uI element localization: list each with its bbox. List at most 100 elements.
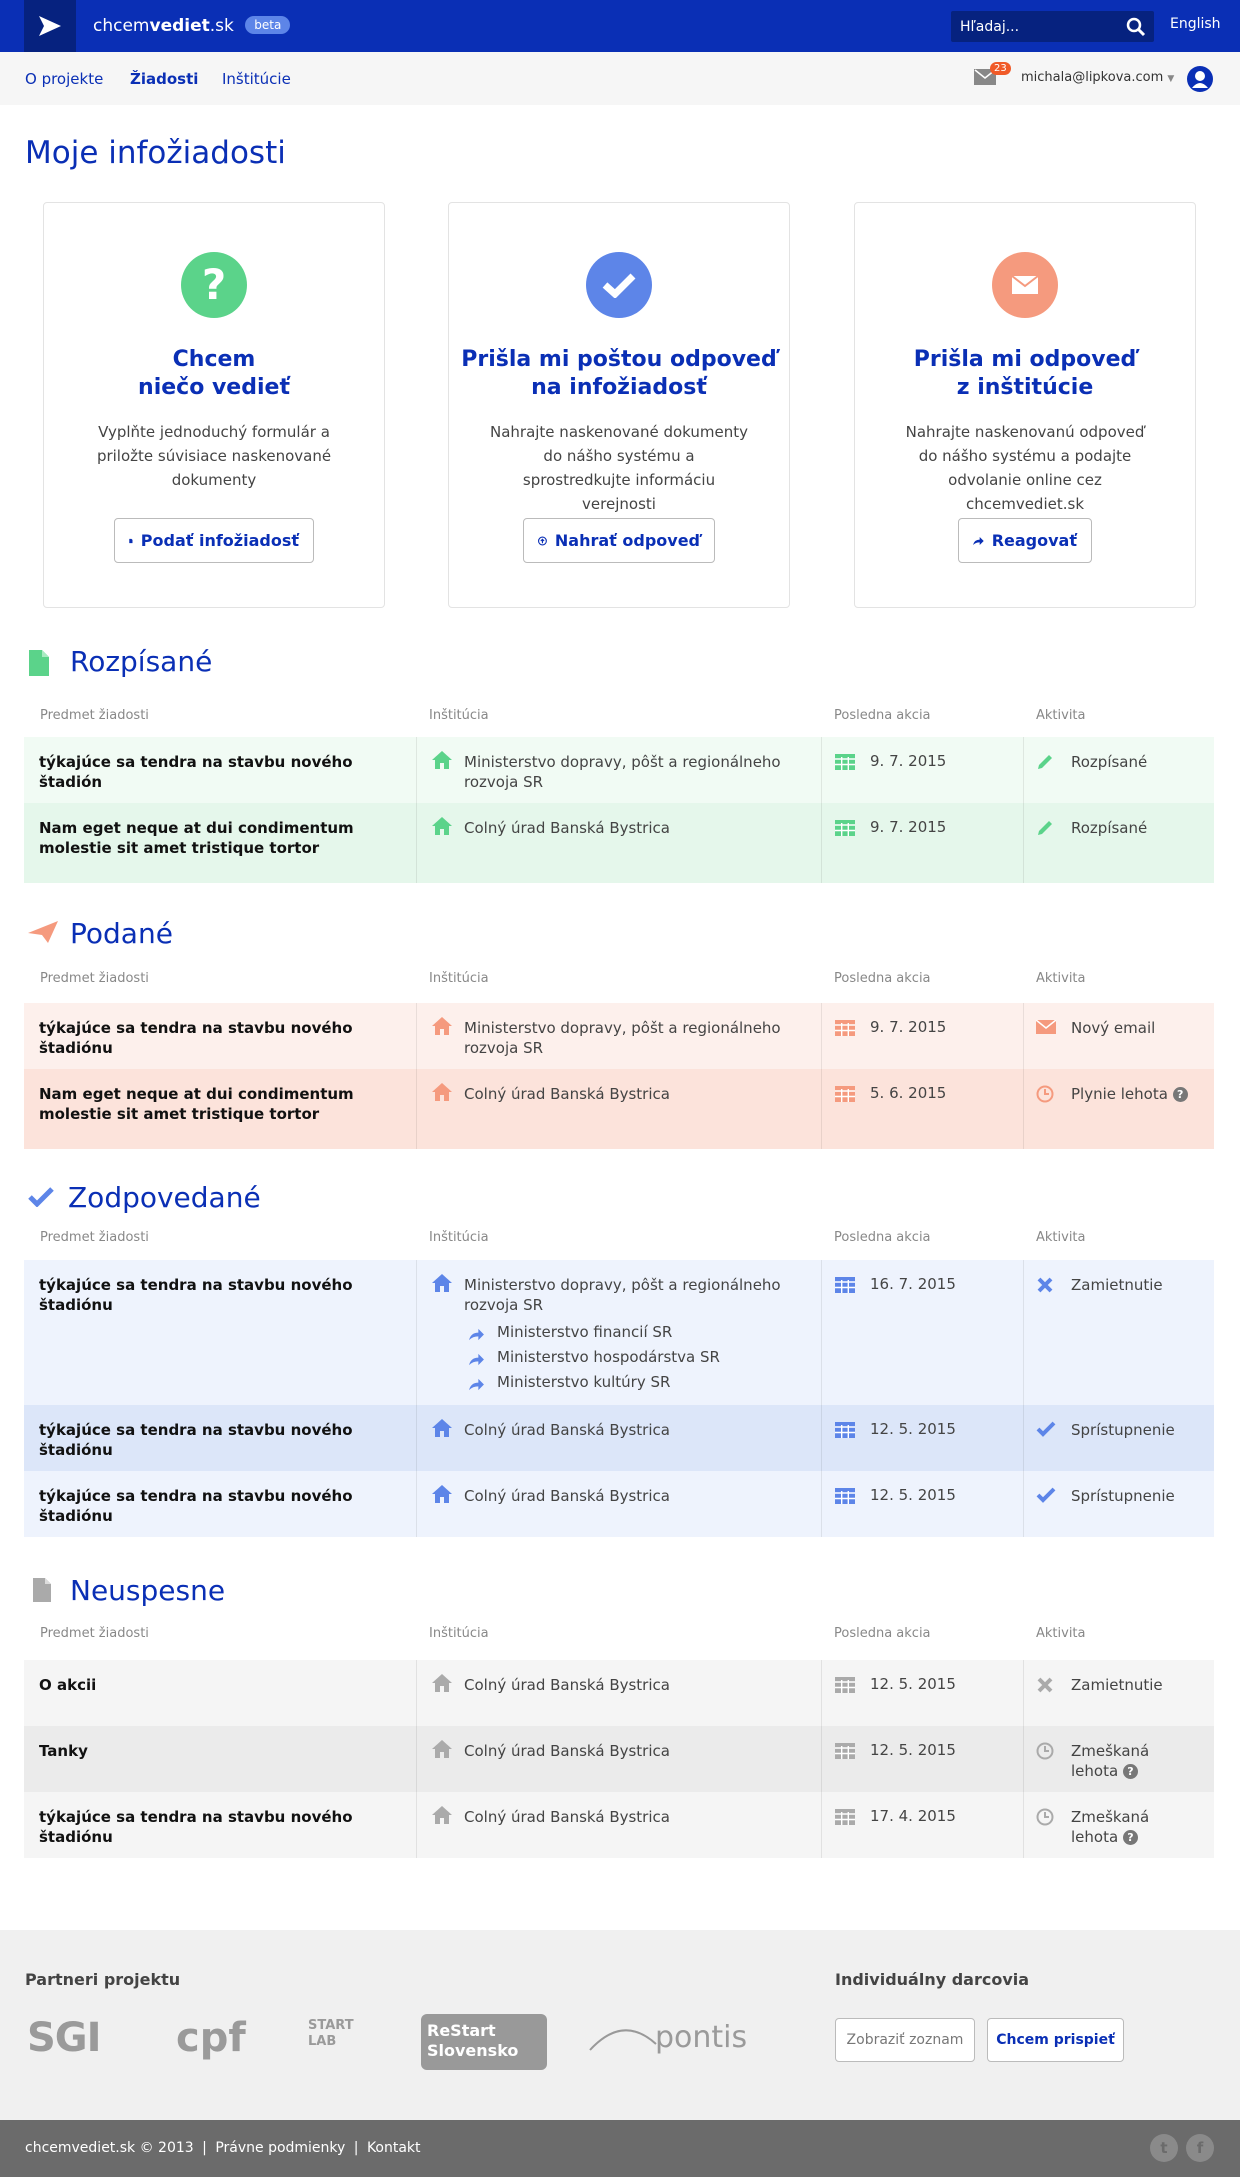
calendar-icon xyxy=(835,1809,855,1829)
institution-name[interactable]: Colný úrad Banská Bystrica xyxy=(464,1675,794,1695)
check-circle-icon xyxy=(586,252,652,318)
copyright: chcemvediet.sk © 2013 xyxy=(25,2140,194,2156)
forwarded-institution[interactable]: Ministerstvo hospodárstva SR xyxy=(497,1348,720,1366)
page-title: Moje infožiadosti xyxy=(25,135,286,171)
institution-name[interactable]: Colný úrad Banská Bystrica xyxy=(464,1486,794,1506)
calendar-icon xyxy=(835,820,855,840)
question-circle-icon: ? xyxy=(181,252,247,318)
institution-name[interactable]: Colný úrad Banská Bystrica xyxy=(464,1084,794,1104)
institution-name[interactable]: Ministerstvo dopravy, pôšt a regionálneh… xyxy=(464,1275,794,1315)
institution-name[interactable]: Ministerstvo dopravy, pôšt a regionálneh… xyxy=(464,1018,794,1058)
document-icon xyxy=(33,1578,51,1602)
request-subject[interactable]: týkajúce sa tendra na stavbu nového štad… xyxy=(39,1275,394,1315)
activity-status: Plynie lehota ? xyxy=(1071,1084,1188,1104)
language-link[interactable]: English xyxy=(1170,16,1221,32)
user-menu[interactable]: michala@lipkova.com ▼ xyxy=(1021,70,1174,85)
forwarded-institution[interactable]: Ministerstvo kultúry SR xyxy=(497,1373,670,1391)
clock-icon xyxy=(1036,1742,1054,1764)
facebook-icon[interactable]: f xyxy=(1186,2134,1214,2162)
col-header-subject: Predmet žiadosti xyxy=(40,708,149,723)
institution-name[interactable]: Colný úrad Banská Bystrica xyxy=(464,1420,794,1440)
partner-logo-startlab[interactable]: START LAB xyxy=(308,2018,378,2050)
paper-plane-icon xyxy=(39,16,61,36)
search-icon[interactable] xyxy=(1126,17,1146,37)
request-subject[interactable]: Nam eget neque at dui condimentum molest… xyxy=(39,818,394,858)
request-subject[interactable]: týkajúce sa tendra na stavbu nového štad… xyxy=(39,1807,394,1847)
document-icon xyxy=(129,538,133,543)
col-header-activity: Aktivita xyxy=(1036,708,1086,723)
bottom-bar: chcemvediet.sk © 2013 | Právne podmienky… xyxy=(0,2120,1240,2177)
card-title: Prišla mi poštou odpoveď na infožiadosť xyxy=(461,347,777,400)
activity-status: Sprístupnenie xyxy=(1071,1487,1175,1505)
activity-status: Nový email xyxy=(1071,1019,1156,1037)
home-icon xyxy=(432,1674,452,1696)
contact-link[interactable]: Kontakt xyxy=(367,2140,421,2156)
cross-icon xyxy=(1036,1676,1054,1698)
top-bar: chcemvediet.sk beta Hľadaj... English xyxy=(0,0,1240,52)
envelope-icon xyxy=(1035,1019,1057,1038)
institution-name[interactable]: Colný úrad Banská Bystrica xyxy=(464,818,794,838)
forwarded-institution[interactable]: Ministerstvo financií SR xyxy=(497,1323,672,1341)
activity-status: Zmeškaná lehota ? xyxy=(1071,1808,1150,1846)
donors-title: Individuálny darcovia xyxy=(835,1970,1030,1989)
last-action-date: 12. 5. 2015 xyxy=(870,1675,956,1693)
clock-icon xyxy=(1036,1808,1054,1830)
card-text: Nahrajte naskenovanú odpoveď do nášho sy… xyxy=(905,423,1145,513)
help-icon[interactable]: ? xyxy=(1122,1830,1138,1845)
request-subject[interactable]: týkajúce sa tendra na stavbu nového štad… xyxy=(39,1486,394,1526)
card-text: Nahrajte naskenované dokumenty do nášho … xyxy=(489,423,748,513)
mail-count-badge: 23 xyxy=(990,62,1011,75)
section-title-podane: Podané xyxy=(70,917,173,950)
last-action-date: 9. 7. 2015 xyxy=(870,818,947,836)
institution-name[interactable]: Ministerstvo dopravy, pôšt a regionálneh… xyxy=(464,752,794,792)
terms-link[interactable]: Právne podmienky xyxy=(215,2140,345,2156)
user-email: michala@lipkova.com xyxy=(1021,70,1164,85)
request-subject[interactable]: O akcii xyxy=(39,1675,394,1695)
last-action-date: 17. 4. 2015 xyxy=(870,1807,956,1825)
nahrat-odpoved-button[interactable]: Nahrať odpoveď xyxy=(523,518,715,563)
activity-status: Sprístupnenie xyxy=(1071,1421,1175,1439)
col-header-activity: Aktivita xyxy=(1036,1626,1086,1641)
help-icon[interactable]: ? xyxy=(1172,1087,1188,1102)
twitter-icon[interactable]: t xyxy=(1150,2134,1178,2162)
reagovat-button[interactable]: Reagovať xyxy=(958,518,1092,563)
nav-ziadosti[interactable]: Žiadosti xyxy=(130,70,198,88)
partner-logo-sgi[interactable]: SGI xyxy=(27,2015,102,2061)
calendar-icon xyxy=(835,754,855,774)
help-icon[interactable]: ? xyxy=(1122,1764,1138,1779)
share-arrow-icon xyxy=(469,1376,484,1395)
last-action-date: 9. 7. 2015 xyxy=(870,1018,947,1036)
request-subject[interactable]: Tanky xyxy=(39,1741,394,1761)
chcem-prispiet-button[interactable]: Chcem prispieť xyxy=(987,2018,1124,2062)
calendar-icon xyxy=(835,1677,855,1697)
home-icon xyxy=(432,751,452,773)
partner-logo-restart[interactable]: ReStart Slovensko xyxy=(421,2014,547,2070)
request-subject[interactable]: týkajúce sa tendra na stavbu nového štad… xyxy=(39,752,394,792)
request-subject[interactable]: týkajúce sa tendra na stavbu nového štad… xyxy=(39,1420,394,1460)
request-subject[interactable]: týkajúce sa tendra na stavbu nového štad… xyxy=(39,1018,394,1058)
zobrazit-zoznam-button[interactable]: Zobraziť zoznam xyxy=(835,2018,975,2062)
institution-name[interactable]: Colný úrad Banská Bystrica xyxy=(464,1741,794,1761)
brand-name[interactable]: chcemvediet.sk beta xyxy=(93,16,291,36)
footer-links: chcemvediet.sk © 2013 | Právne podmienky… xyxy=(25,2140,421,2156)
card-chcem-vediet: ? Chcem niečo vedieť Vyplňte jednoduchý f… xyxy=(43,202,385,608)
col-header-subject: Predmet žiadosti xyxy=(40,1626,149,1641)
col-header-institution: Inštitúcia xyxy=(429,971,489,986)
share-arrow-icon xyxy=(469,1351,484,1370)
pencil-icon xyxy=(1036,753,1054,775)
partners-title: Partneri projektu xyxy=(25,1970,181,1989)
activity-status: Rozpísané xyxy=(1071,819,1148,837)
podat-infoziadost-button[interactable]: Podať infožiadosť xyxy=(114,518,314,563)
logo[interactable] xyxy=(24,0,76,52)
col-header-institution: Inštitúcia xyxy=(429,1626,489,1641)
avatar[interactable] xyxy=(1187,66,1213,92)
institution-name[interactable]: Colný úrad Banská Bystrica xyxy=(464,1807,794,1827)
last-action-date: 16. 7. 2015 xyxy=(870,1275,956,1293)
search-input[interactable]: Hľadaj... xyxy=(951,11,1154,42)
partner-logo-cpf[interactable]: cpf xyxy=(176,2015,246,2061)
button-label: Podať infožiadosť xyxy=(140,531,299,550)
request-subject[interactable]: Nam eget neque at dui condimentum molest… xyxy=(39,1084,394,1124)
nav-institucie[interactable]: Inštitúcie xyxy=(222,70,291,88)
partner-logo-pontis[interactable]: pontis xyxy=(655,2020,747,2055)
nav-o-projekte[interactable]: O projekte xyxy=(25,70,103,88)
